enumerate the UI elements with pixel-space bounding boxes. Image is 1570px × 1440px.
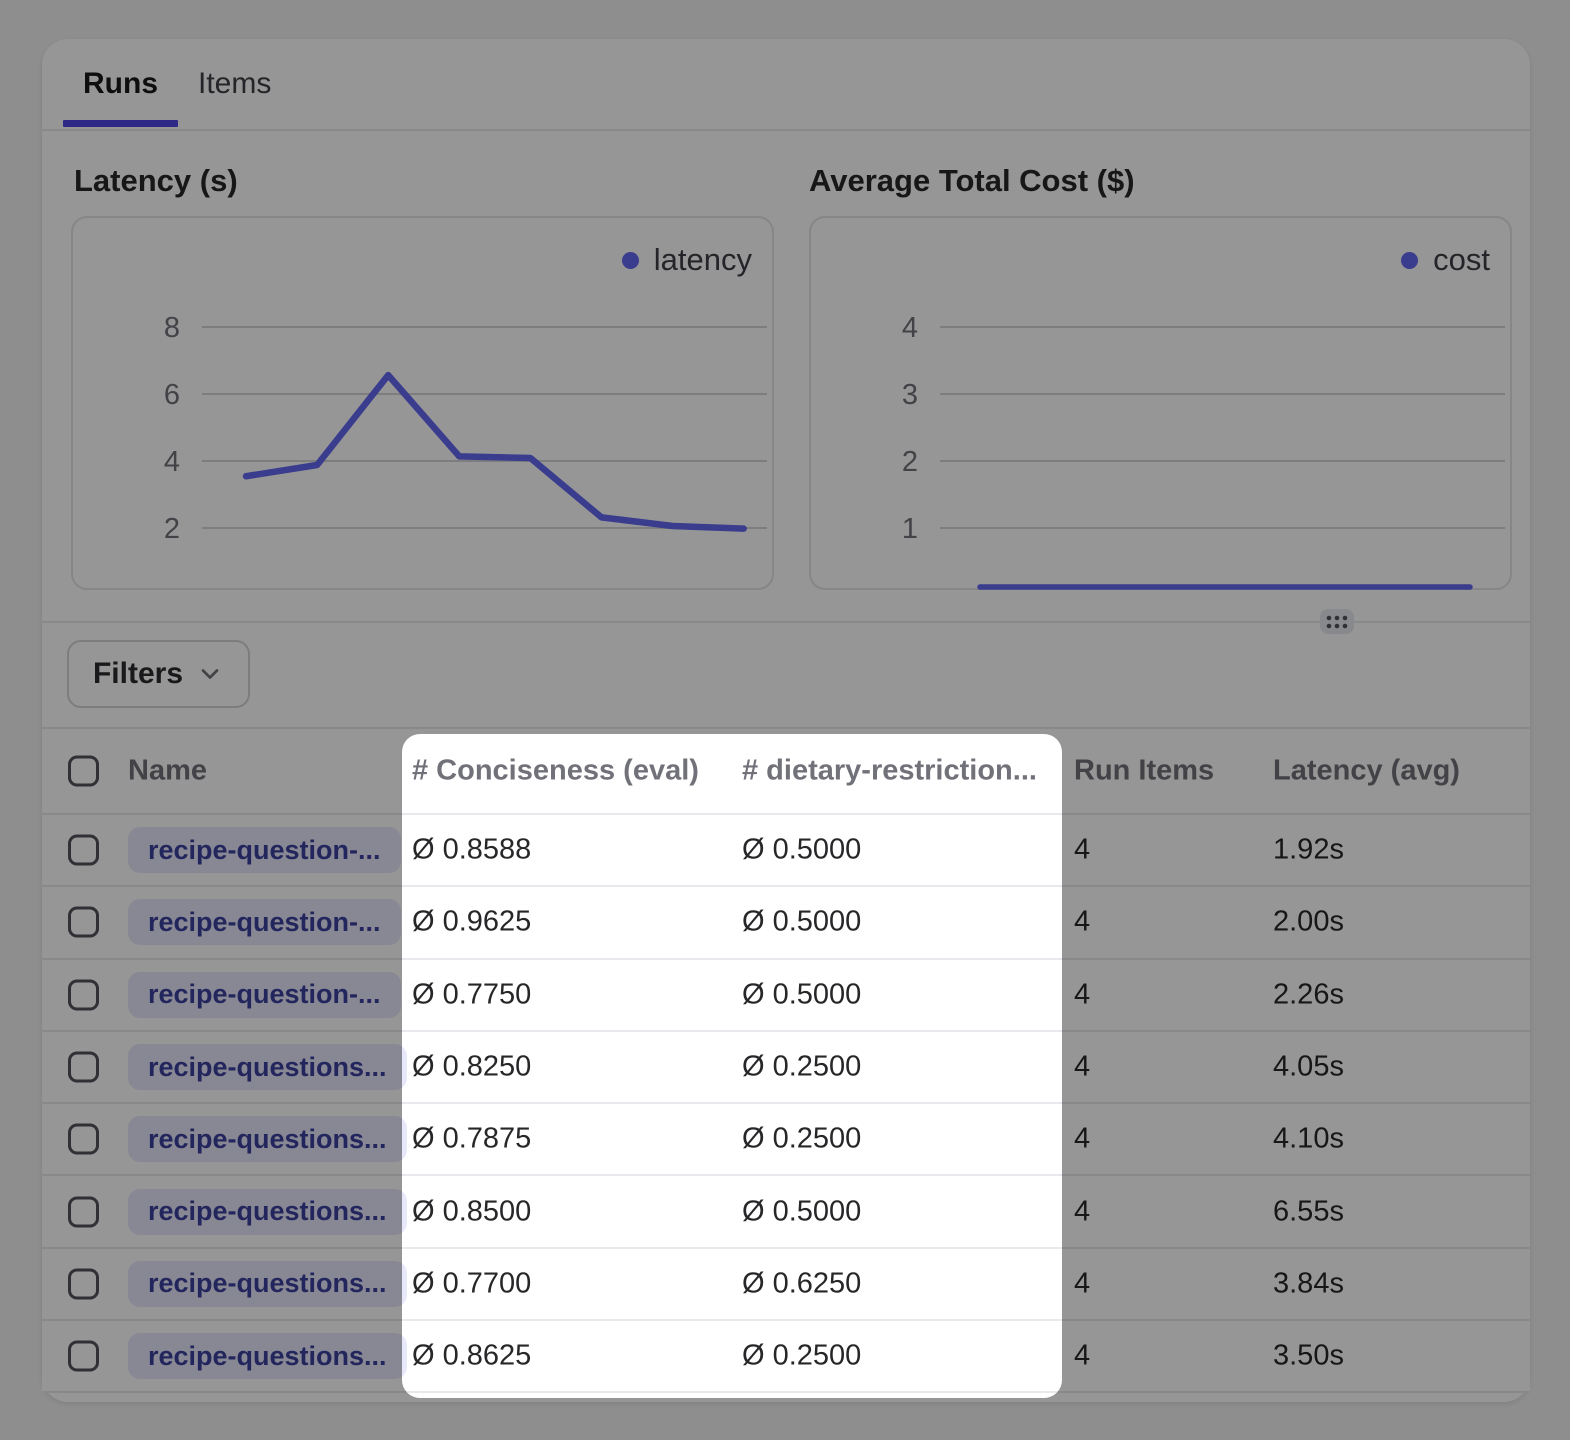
y-axis-tick-label: 6 — [164, 379, 180, 411]
table-row[interactable]: recipe-questions...Ø 0.7700 Ø 0.6250 4 3.84… — [42, 1249, 1530, 1321]
table-row[interactable]: recipe-questions...Ø 0.8625 Ø 0.2500 4 3.50… — [42, 1321, 1530, 1393]
run-name-badge[interactable]: recipe-question-... — [128, 827, 401, 873]
dietary-value: Ø 0.5000 — [742, 1195, 861, 1228]
column-header-dietary[interactable]: # dietary-restriction... — [742, 755, 1037, 788]
latency-series-line — [246, 375, 744, 529]
conciseness-value: Ø 0.8588 — [412, 834, 531, 867]
table-row[interactable]: recipe-question-... Ø 0.7750 Ø 0.5000 4 2.26… — [42, 960, 1530, 1032]
conciseness-value: Ø 0.7875 — [412, 1123, 531, 1156]
run-items-value: 4 — [1074, 1340, 1090, 1373]
chevron-down-icon — [196, 660, 224, 688]
latency-value: 2.00s — [1273, 906, 1344, 939]
latency-legend-dot-icon — [622, 252, 639, 269]
table-row[interactable]: recipe-question-... Ø 0.9625 Ø 0.5000 4 2.00… — [42, 887, 1530, 959]
cost-chart-title: Average Total Cost ($) — [809, 161, 1135, 201]
run-name-badge[interactable]: recipe-question-... — [128, 972, 401, 1018]
row-checkbox[interactable] — [68, 1196, 99, 1227]
conciseness-value: Ø 0.7700 — [412, 1267, 531, 1300]
run-items-value: 4 — [1074, 978, 1090, 1011]
table-body: recipe-question-... Ø 0.8588 Ø 0.5000 4 1.92… — [42, 815, 1530, 1393]
drag-handle-dots-icon — [1324, 613, 1350, 631]
y-axis-tick-label: 4 — [164, 446, 180, 478]
row-checkbox[interactable] — [68, 835, 99, 866]
y-axis-tick-label: 4 — [902, 312, 918, 344]
column-header-conciseness[interactable]: # Conciseness (eval) — [412, 755, 699, 788]
run-name-badge[interactable]: recipe-questions... — [128, 1116, 407, 1162]
panel-resize-divider — [42, 621, 1530, 623]
y-axis-tick-label: 2 — [164, 513, 180, 545]
runs-panel-card: Runs Items Latency (s) Average Total Cos… — [42, 39, 1530, 1402]
latency-value: 4.10s — [1273, 1123, 1344, 1156]
conciseness-value: Ø 0.8625 — [412, 1340, 531, 1373]
cost-legend-label: cost — [1433, 242, 1490, 278]
run-items-value: 4 — [1074, 834, 1090, 867]
conciseness-value: Ø 0.7750 — [412, 978, 531, 1011]
run-name-badge[interactable]: recipe-questions... — [128, 1261, 407, 1307]
y-axis-tick-label: 2 — [902, 446, 918, 478]
row-checkbox[interactable] — [68, 1052, 99, 1083]
dietary-value: Ø 0.5000 — [742, 834, 861, 867]
latency-value: 4.05s — [1273, 1051, 1344, 1084]
tab-items[interactable]: Items — [178, 39, 291, 129]
filters-button[interactable]: Filters — [67, 640, 250, 708]
row-checkbox[interactable] — [68, 1124, 99, 1155]
tabs-divider — [42, 129, 1530, 131]
page-background: Runs Items Latency (s) Average Total Cos… — [0, 0, 1570, 1440]
run-items-value: 4 — [1074, 906, 1090, 939]
row-checkbox[interactable] — [68, 1341, 99, 1372]
run-items-value: 4 — [1074, 1195, 1090, 1228]
run-name-badge[interactable]: recipe-questions... — [128, 1333, 407, 1379]
dietary-value: Ø 0.2500 — [742, 1123, 861, 1156]
run-name-badge[interactable]: recipe-questions... — [128, 1189, 407, 1235]
latency-value: 3.50s — [1273, 1340, 1344, 1373]
run-items-value: 4 — [1074, 1051, 1090, 1084]
latency-chart: 8 6 4 2 latency — [71, 216, 774, 590]
conciseness-value: Ø 0.8250 — [412, 1051, 531, 1084]
y-axis-tick-label: 3 — [902, 379, 918, 411]
dietary-value: Ø 0.6250 — [742, 1267, 861, 1300]
table-row[interactable]: recipe-questions...Ø 0.7875 Ø 0.2500 4 4.10… — [42, 1104, 1530, 1176]
latency-value: 2.26s — [1273, 978, 1344, 1011]
table-row[interactable]: recipe-questions...Ø 0.8500 Ø 0.5000 4 6.55… — [42, 1176, 1530, 1248]
cost-legend: cost — [1401, 242, 1490, 278]
tab-runs[interactable]: Runs — [63, 39, 178, 129]
run-name-badge[interactable]: recipe-question-... — [128, 899, 401, 945]
latency-chart-title: Latency (s) — [74, 161, 238, 201]
cost-chart: 4 3 2 1 cost — [809, 216, 1512, 590]
run-items-value: 4 — [1074, 1123, 1090, 1156]
filters-button-label: Filters — [93, 657, 183, 691]
row-checkbox[interactable] — [68, 1268, 99, 1299]
latency-legend: latency — [622, 242, 752, 278]
table-header-row: Name # Conciseness (eval) # dietary-rest… — [42, 727, 1530, 815]
column-header-latency[interactable]: Latency (avg) — [1273, 755, 1460, 788]
run-items-value: 4 — [1074, 1267, 1090, 1300]
column-header-run-items[interactable]: Run Items — [1074, 755, 1214, 788]
latency-value: 6.55s — [1273, 1195, 1344, 1228]
latency-value: 1.92s — [1273, 834, 1344, 867]
y-axis-tick-label: 1 — [902, 513, 918, 545]
table-row[interactable]: recipe-question-... Ø 0.8588 Ø 0.5000 4 1.92… — [42, 815, 1530, 887]
dietary-value: Ø 0.2500 — [742, 1340, 861, 1373]
row-checkbox[interactable] — [68, 979, 99, 1010]
select-all-checkbox[interactable] — [68, 756, 99, 787]
table-row[interactable]: recipe-questions...Ø 0.8250 Ø 0.2500 4 4.05… — [42, 1032, 1530, 1104]
tab-bar: Runs Items — [63, 39, 291, 129]
dietary-value: Ø 0.5000 — [742, 978, 861, 1011]
dietary-value: Ø 0.2500 — [742, 1051, 861, 1084]
row-checkbox[interactable] — [68, 907, 99, 938]
latency-legend-label: latency — [654, 242, 752, 278]
latency-value: 3.84s — [1273, 1267, 1344, 1300]
conciseness-value: Ø 0.8500 — [412, 1195, 531, 1228]
dietary-value: Ø 0.5000 — [742, 906, 861, 939]
conciseness-value: Ø 0.9625 — [412, 906, 531, 939]
cost-legend-dot-icon — [1401, 252, 1418, 269]
run-name-badge[interactable]: recipe-questions... — [128, 1044, 407, 1090]
y-axis-tick-label: 8 — [164, 312, 180, 344]
drag-handle[interactable] — [1320, 609, 1354, 634]
column-header-name[interactable]: Name — [128, 755, 207, 788]
